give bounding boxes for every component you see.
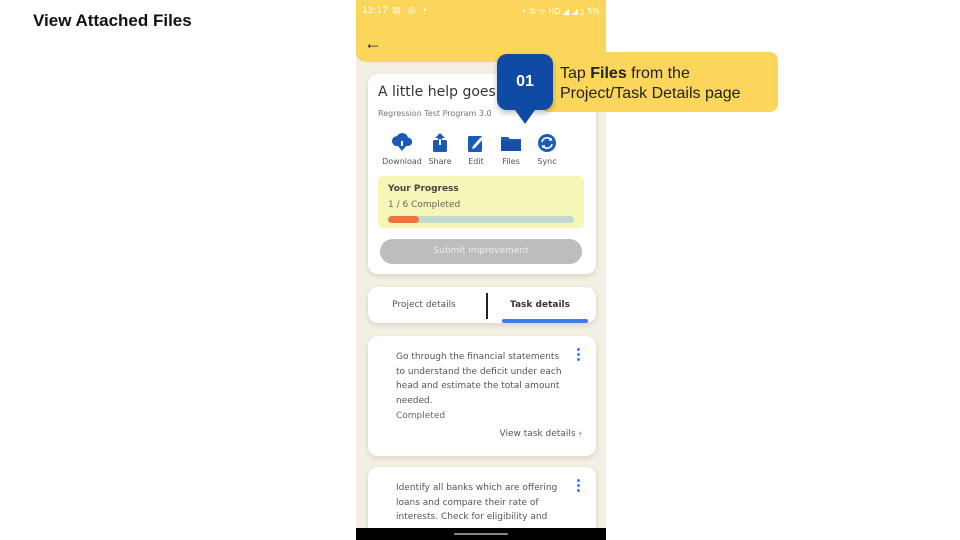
chevron-right-icon: › (578, 429, 582, 439)
more-vertical-icon[interactable] (574, 479, 582, 497)
notification-icons: ▤ ◎ • (392, 6, 430, 16)
task-status: Completed (396, 411, 446, 421)
tab-task-details[interactable]: Task details (484, 287, 596, 323)
project-title: A little help goes a (378, 84, 498, 100)
callout-prefix: Tap (560, 65, 591, 82)
sync-button[interactable]: Sync (525, 133, 569, 169)
details-tabs: Project details Task details (368, 287, 596, 323)
instruction-callout: Tap Files from the Project/Task Details … (540, 52, 778, 112)
home-gesture-pill[interactable] (454, 533, 508, 535)
project-actions: Download Share Edit Files Sync (380, 133, 575, 169)
task-card: Go through the financial statements to u… (368, 336, 596, 456)
progress-value: 1 / 6 Completed (388, 200, 461, 210)
status-time: 12:17 (362, 6, 388, 16)
edit-icon (468, 136, 483, 152)
progress-bar-fill (388, 216, 419, 223)
project-subtitle: Regression Test Program 3.0 (378, 109, 492, 118)
view-task-details-label: View task details (499, 429, 576, 439)
cloud-download-icon (391, 133, 413, 151)
share-icon (433, 133, 447, 152)
progress-box: Your Progress 1 / 6 Completed (378, 176, 584, 228)
status-bar: 12:17 ▤ ◎ • • ⇅ ᯤ HD ◢ ◢ ▯ 5% (362, 6, 600, 20)
sync-icon (538, 134, 556, 152)
sync-label: Sync (537, 157, 557, 166)
progress-title: Your Progress (388, 184, 459, 194)
pointer-arrow (515, 110, 535, 124)
folder-icon (501, 137, 521, 151)
arrow-left-icon[interactable]: ← (364, 33, 386, 53)
task-description: Identify all banks which are offering lo… (396, 483, 558, 522)
progress-bar (388, 216, 574, 223)
system-status-icons: • ⇅ ᯤ HD ◢ ◢ ▯ 5% (521, 7, 600, 16)
system-nav-bar (356, 528, 606, 540)
slide-title: View Attached Files (33, 11, 192, 30)
tab-project-details[interactable]: Project details (368, 287, 480, 323)
more-vertical-icon[interactable] (574, 348, 582, 366)
step-badge: 01 (497, 54, 553, 110)
callout-bold: Files (590, 65, 627, 82)
view-task-details-link[interactable]: View task details › (500, 429, 583, 439)
callout-text: Tap Files from the Project/Task Details … (560, 64, 774, 104)
task-description: Go through the financial statements to u… (396, 352, 562, 406)
active-tab-indicator (502, 319, 588, 323)
submit-improvement-button[interactable]: Submit improvement (380, 239, 582, 264)
